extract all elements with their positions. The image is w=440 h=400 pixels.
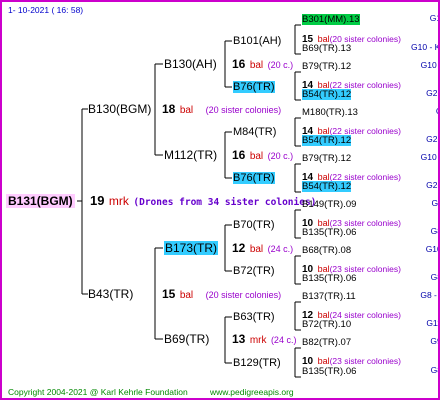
gen1-bottom-mating: 15 bal (20 sister colonies): [162, 287, 282, 301]
drones-note: (Drones from 34 sister colonies): [133, 197, 317, 208]
gen4-name: B68(TR).08: [302, 245, 352, 256]
gen3-name: B76(TR): [233, 81, 275, 93]
gen4-row: M180(TR).13 G2 - KilimandQ: [302, 104, 438, 120]
gen2-d: B69(TR): [164, 332, 210, 346]
gen4-name: B135(TR).06: [302, 227, 357, 238]
gen1-bottom: B43(TR): [88, 287, 134, 301]
gen4-code: G24 - Sinop62R: [431, 198, 439, 208]
gen4-code: G8 - Takab93aR: [430, 272, 438, 282]
gen2-a-mating: 16 bal (20 c.): [232, 57, 294, 71]
gen2-b: M112(TR): [164, 148, 218, 162]
gen4-code: G26 - Sinop62R: [426, 134, 438, 144]
gen2-c: B173(TR): [164, 241, 219, 255]
gen4-row: B54(TR).12 G26 - Sinop62R: [302, 86, 438, 102]
gen4-name: B72(TR).10: [302, 319, 352, 330]
gen4-code: G9 - NO6294R: [430, 336, 438, 346]
root-queen: B131(BGM): [6, 193, 75, 210]
gen4-row: B68(TR).08 G10 - NO6294R: [302, 242, 438, 258]
gen3-name: M84(TR): [233, 126, 277, 138]
gen4-code: G26 - Sinop62R: [426, 88, 438, 98]
gen4-code: G8 - Takab93aR: [430, 226, 438, 236]
gen4-row: B54(TR).12 G26 - Sinop62R: [302, 178, 438, 194]
gen4-name: B54(TR).12: [302, 181, 352, 192]
pedigree-frame: 1- 10-2021 ( 16: 58) B131(BGM) 19 mrk (D…: [0, 0, 440, 400]
date-stamp: 1- 10-2021 ( 16: 58): [8, 5, 84, 15]
gen3-name: B70(TR): [233, 219, 275, 231]
gen4-code: G2 - KilimandQ: [436, 104, 438, 118]
gen4-row: B79(TR).12 G10 - Takab93aR: [302, 150, 438, 166]
gen1-top-mating: 18 bal (20 sister colonies): [162, 102, 282, 116]
gen3-name: B101(AH): [233, 35, 282, 47]
gen4-name: B135(TR).06: [302, 273, 357, 284]
gen4-code: G10 - Takab93aR: [420, 60, 438, 70]
gen4-name: B79(TR).12: [302, 153, 352, 164]
gen3-name: B129(TR): [233, 357, 281, 369]
gen2-b-mating: 16 bal (20 c.): [232, 148, 294, 162]
gen4-row: B135(TR).06 G8 - Takab93aR: [302, 270, 438, 286]
root-mating: 19 mrk (Drones from 34 sister colonies): [90, 193, 317, 209]
gen4-name: B69(TR).13: [302, 43, 352, 54]
gen4-row: B135(TR).06 G8 - Takab93aR: [302, 224, 438, 240]
gen4-name: B82(TR).07: [302, 337, 352, 348]
gen4-name: B54(TR).12: [302, 89, 352, 100]
gen4-row: B82(TR).07 G9 - NO6294R: [302, 334, 438, 350]
gen4-code: G10 - NO6294R: [425, 244, 438, 254]
gen4-row: B54(TR).12 G26 - Sinop62R: [302, 132, 438, 148]
gen4-name: B54(TR).12: [302, 135, 352, 146]
gen4-code: G11 - NO6294R: [426, 318, 438, 328]
gen1-top: B130(BGM): [88, 102, 152, 116]
gen2-c-mating: 12 bal (24 c.): [232, 241, 294, 255]
gen4-code: G8 - Kangaroo98R: [420, 290, 438, 300]
gen4-row: B69(TR).13 G10 - Kangaroo98R: [302, 40, 438, 56]
gen3-name: B76(TR): [233, 172, 275, 184]
gen4-row: B135(TR).06 G8 - Takab93aR: [302, 363, 438, 379]
gen4-code: G11 - Takab93aR: [429, 13, 438, 23]
gen4-name: M180(TR).13: [302, 107, 358, 118]
gen4-code: G10 - Kangaroo98R: [411, 42, 440, 52]
gen3-name: B63(TR): [233, 311, 275, 323]
gen4-code: G26 - Sinop62R: [426, 180, 438, 190]
gen4-row: B79(TR).12 G10 - Takab93aR: [302, 58, 438, 74]
gen4-code: G8 - Takab93aR: [430, 365, 438, 375]
gen4-row: B149(TR).09 G24 - Sinop62R: [302, 196, 438, 212]
gen4-name: B137(TR).11: [302, 291, 356, 302]
gen4-code: G10 - Takab93aR: [420, 152, 438, 162]
gen4-row: B72(TR).10 G11 - NO6294R: [302, 316, 438, 332]
gen4-name: B135(TR).06: [302, 366, 357, 377]
gen2-a: B130(AH): [164, 57, 217, 71]
gen4-name: B149(TR).09: [302, 199, 357, 210]
gen4-name: B79(TR).12: [302, 61, 352, 72]
gen3-name: B72(TR): [233, 265, 275, 277]
site-link[interactable]: www.pedigreeapis.org: [210, 385, 294, 398]
gen4-row: B137(TR).11 G8 - Kangaroo98R: [302, 288, 438, 304]
gen2-d-mating: 13 mrk (24 c.): [232, 332, 297, 346]
copyright: Copyright 2004-2021 @ Karl Kehrle Founda…: [8, 387, 188, 397]
root-queen-name: B131(BGM): [6, 194, 75, 208]
gen4-name: B301(MM).13: [302, 14, 360, 25]
gen4-row: B301(MM).13 G11 - Takab93aR: [302, 11, 438, 27]
